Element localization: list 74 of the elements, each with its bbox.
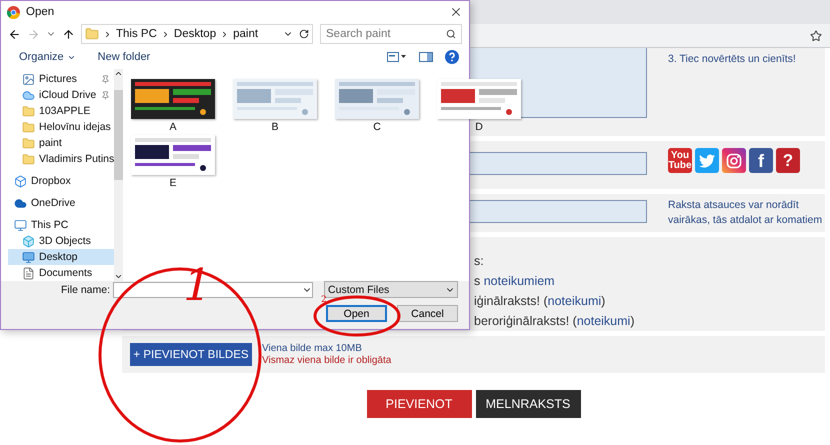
add-images-button[interactable]: + PIEVIENOT BILDES [130,343,252,366]
browser-logo-icon [7,6,20,18]
breadcrumb-item[interactable]: This PC [116,28,157,40]
document-icon [22,266,35,280]
file-name[interactable]: B [271,121,278,133]
scroll-up-icon[interactable] [114,69,124,78]
rule-text: beroriģinālraksts! (noteikumi) [474,313,636,329]
rules-link[interactable]: noteikumi [576,314,630,328]
file-name[interactable]: E [169,177,176,189]
camera-icon[interactable] [722,148,746,173]
bird-icon[interactable] [695,148,719,173]
bookmark-star-icon[interactable] [810,30,822,42]
cloud-icon [14,196,27,210]
breadcrumb-item[interactable]: Desktop [174,28,216,40]
file-name[interactable]: C [373,121,381,133]
nav-item[interactable]: iCloud Drive [8,87,114,103]
computer-icon [14,218,27,232]
error-text: Vismaz viena bilde ir obligāta [262,354,392,366]
facebook-icon[interactable]: f [749,148,773,173]
nav-item[interactable]: Dropbox [8,173,114,189]
tip-text: 3. Tiec novērtēts un cienīts! [668,52,797,67]
rule-text: s: [474,253,485,269]
nav-item[interactable]: Pictures [8,71,114,87]
nav-item[interactable]: Documents [8,265,114,281]
nav-item[interactable]: Desktop [8,249,114,265]
annotation-number: 2 [321,295,327,305]
nav-item[interactable]: This PC [8,217,114,233]
nav-item[interactable]: OneDrive [8,195,114,211]
rules-link[interactable]: noteikumi [548,294,602,308]
folder-icon [22,152,35,166]
up-icon[interactable] [62,28,75,40]
scroll-down-icon[interactable] [114,272,124,281]
cloud-icon [22,88,35,102]
breadcrumb-item[interactable]: paint [233,28,258,40]
desktop-icon [22,250,35,264]
nav-item[interactable]: 3D Objects [8,233,114,249]
folder-icon [85,27,99,41]
rule-text: iģinālraksts! (noteikumi) [474,293,606,309]
dropbox-icon [14,174,27,188]
view-options-icon[interactable] [387,52,407,62]
back-icon[interactable] [8,28,21,40]
file-name-label: File name: [61,284,110,296]
hint-text: Raksta atsauces var norādīt vairākas, tās atdalot ar komatiem [668,198,824,228]
window-title: Open [26,6,56,18]
nav-item[interactable]: Vladimirs Putins [8,151,114,167]
rule-text: s noteikumiem [474,273,556,289]
folder-icon [22,104,35,118]
preview-pane-icon[interactable] [419,52,433,62]
youtube-icon[interactable]: You Tube [668,148,692,173]
new-folder-button[interactable]: New folder [98,51,150,63]
search-icon [446,29,456,39]
scrollbar[interactable] [114,69,124,281]
search-field[interactable]: Search paint [320,24,462,44]
cube-icon [22,234,35,248]
organize-menu[interactable]: Organize [19,51,76,63]
nav-item[interactable]: Helovīnu idejas [8,119,114,135]
refresh-icon[interactable] [299,29,309,39]
open-button[interactable]: Open [326,305,387,322]
folder-icon [22,136,35,150]
cancel-button[interactable]: Cancel [397,305,458,322]
file-name[interactable]: A [169,121,176,133]
size-hint: Viena bilde max 10MB [262,342,363,354]
draft-button[interactable]: MELNRAKSTS [476,390,580,418]
submit-button[interactable]: PIEVIENOT [366,390,472,418]
folder-icon [22,120,35,134]
help-icon[interactable]: ? [776,148,800,173]
file-name[interactable]: D [475,121,483,133]
chevron-icon [103,30,112,38]
help-icon[interactable] [445,50,459,64]
nav-item[interactable]: 103APPLE [8,103,114,119]
address-bar[interactable]: This PC Desktop paint [81,24,313,44]
nav-item[interactable]: paint [8,135,114,151]
rules-link[interactable]: noteikumiem [484,274,555,288]
pictures-icon [22,72,35,86]
